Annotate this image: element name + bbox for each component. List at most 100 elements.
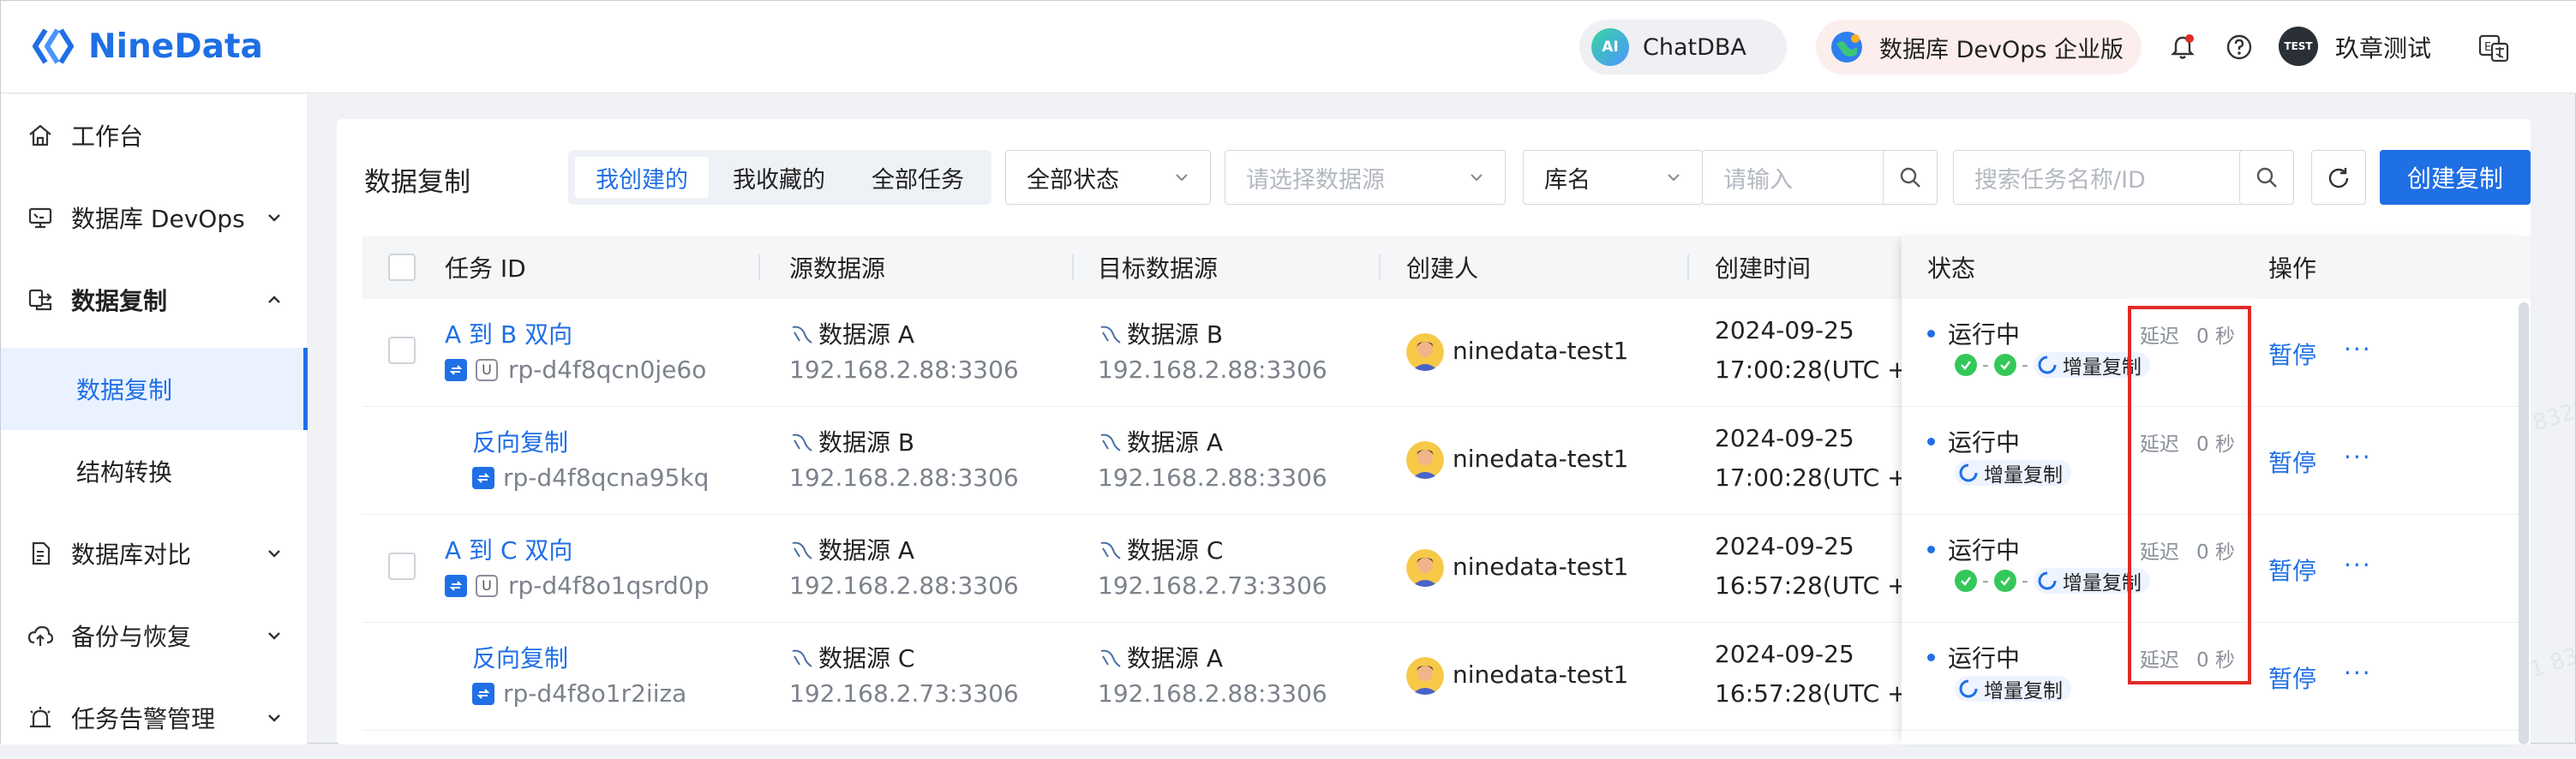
creator-name: ninedata-test1 <box>1453 660 1629 689</box>
sidebar-subitem-replication[interactable]: 数据复制 <box>1 348 308 430</box>
column-header-target: 目标数据源 <box>1098 254 1219 283</box>
task-id-text: rp-d4f8qcn0je6o <box>508 356 707 384</box>
backup-icon <box>27 625 54 646</box>
stage-pipeline: - - 增量复制 <box>1955 352 2150 379</box>
home-icon <box>29 124 51 146</box>
sidebar-item-backup[interactable]: 备份与恢复 <box>1 595 308 677</box>
select-all-checkbox[interactable] <box>388 254 416 281</box>
creator-avatar <box>1406 549 1444 587</box>
status-dot <box>1927 654 1935 661</box>
target-name-text: 数据源 A <box>1127 428 1224 457</box>
devops-edition-button[interactable]: 数据库 DevOps 企业版 <box>1816 20 2142 75</box>
source-address: 192.168.2.73:3306 <box>789 679 1019 708</box>
created-date: 2024-09-25 <box>1715 424 1854 452</box>
row-checkbox[interactable] <box>388 337 416 364</box>
task-search-input[interactable]: 搜索任务名称/ID <box>1953 150 2244 205</box>
target-address: 192.168.2.88:3306 <box>1098 679 1327 708</box>
source-address: 192.168.2.88:3306 <box>789 356 1019 384</box>
check-circle-icon <box>1993 570 2016 592</box>
bell-icon[interactable] <box>2167 32 2198 63</box>
more-actions-button[interactable]: ··· <box>2344 335 2372 363</box>
source-name-text: 数据源 B <box>818 428 915 457</box>
status-filter-select[interactable]: 全部状态 <box>1005 150 1211 205</box>
task-name-link[interactable]: 反向复制 <box>472 640 568 674</box>
more-actions-button[interactable]: ··· <box>2344 659 2372 687</box>
sidebar-item-devops[interactable]: 数据库 DevOps <box>1 176 308 259</box>
task-id-text: rp-d4f8o1r2iiza <box>503 679 687 708</box>
sidebar-item-label: 结构转换 <box>76 458 173 487</box>
sidebar-item-workbench[interactable]: 工作台 <box>1 94 308 176</box>
pause-button[interactable]: 暂停 <box>2268 660 2316 695</box>
tab-created-by-me[interactable]: 我创建的 <box>575 157 709 198</box>
sidebar-item-label: 数据库对比 <box>71 541 192 569</box>
created-date: 2024-09-25 <box>1715 532 1854 560</box>
check-circle-icon <box>1955 354 1977 376</box>
creator-name: ninedata-test1 <box>1453 553 1629 581</box>
chatdba-label: ChatDBA <box>1643 33 1746 61</box>
sidebar-item-label: 任务告警管理 <box>71 705 216 733</box>
sidebar-item-replication[interactable]: 数据复制 <box>1 259 308 341</box>
user-name[interactable]: 玖章测试 <box>2335 30 2431 64</box>
brand-name: NineData <box>88 27 263 66</box>
table-row[interactable]: 反向复制 rp-d4f8o1r2iiza 数据源 C 192.168.2.73:… <box>362 623 1902 731</box>
mysql-icon <box>1100 433 1121 451</box>
task-name-link[interactable]: A 到 C 双向 <box>445 532 572 566</box>
source-name: 数据源 C <box>789 640 914 674</box>
search-icon <box>2256 167 2277 188</box>
pause-button[interactable]: 暂停 <box>2268 445 2316 479</box>
db-name-input[interactable]: 请输入 <box>1702 150 1896 205</box>
vertical-scrollbar[interactable] <box>2519 302 2529 744</box>
column-header-creator: 创建人 <box>1406 254 1479 283</box>
table-row[interactable]: A 到 C 双向 U rp-d4f8o1qsrd0p 数据源 A 192.168… <box>362 515 1902 623</box>
pause-button[interactable]: 暂停 <box>2268 553 2316 587</box>
tab-all-tasks[interactable]: 全部任务 <box>851 157 985 198</box>
row-checkbox[interactable] <box>388 553 416 580</box>
datasource-placeholder: 请选择数据源 <box>1246 166 1385 194</box>
pause-button[interactable]: 暂停 <box>2268 337 2316 371</box>
status-text: 运行中 <box>1948 536 2021 565</box>
table-row[interactable]: 反向复制 rp-d4f8qcna95kq 数据源 B 192.168.2.88:… <box>362 407 1902 515</box>
sidebar-item-alarm[interactable]: 任务告警管理 <box>1 677 308 759</box>
task-name-link[interactable]: 反向复制 <box>472 424 568 458</box>
task-search-button[interactable] <box>2239 150 2294 205</box>
task-name-link[interactable]: A 到 B 双向 <box>445 316 572 350</box>
task-id: rp-d4f8qcna95kq <box>472 463 709 492</box>
created-date: 2024-09-25 <box>1715 640 1854 668</box>
loading-icon <box>2038 571 2057 590</box>
created-time: 17:00:28(UTC +08:00) <box>1715 356 1902 384</box>
more-actions-button[interactable]: ··· <box>2344 551 2372 579</box>
tab-favorites[interactable]: 我收藏的 <box>712 157 846 198</box>
logo[interactable]: NineData <box>32 21 263 71</box>
more-actions-button[interactable]: ··· <box>2344 443 2372 471</box>
table-row[interactable]: A 到 B 双向 U rp-d4f8qcn0je6o 数据源 A 192.168… <box>362 299 1902 407</box>
refresh-icon <box>2328 168 2349 188</box>
task-id-text: rp-d4f8qcna95kq <box>503 463 710 492</box>
help-icon[interactable] <box>2224 32 2255 63</box>
create-replication-button[interactable]: 创建复制 <box>2380 150 2531 205</box>
target-name-text: 数据源 A <box>1127 644 1224 672</box>
stage-badge: 增量复制 <box>1955 676 2071 702</box>
refresh-button[interactable] <box>2311 150 2366 205</box>
globe-icon <box>1828 28 1866 66</box>
task-tabs: 我创建的 我收藏的 全部任务 <box>568 150 991 205</box>
chatdba-button[interactable]: AI ChatDBA <box>1579 20 1787 75</box>
db-search-button[interactable] <box>1883 150 1938 205</box>
column-header-task-id: 任务 ID <box>445 254 526 283</box>
created-date: 2024-09-25 <box>1715 316 1854 344</box>
unidirectional-icon: U <box>476 358 498 381</box>
column-divider <box>1687 254 1689 280</box>
language-switch-icon[interactable]: En <box>2477 32 2510 64</box>
datasource-select[interactable]: 请选择数据源 <box>1225 150 1506 205</box>
sidebar-subitem-schema-convert[interactable]: 结构转换 <box>1 430 308 512</box>
created-time: 16:57:28(UTC +08:00) <box>1715 571 1902 600</box>
db-name-placeholder: 请输入 <box>1723 166 1793 194</box>
db-name-select[interactable]: 库名 <box>1523 150 1703 205</box>
source-name: 数据源 A <box>789 316 914 350</box>
status-filter-value: 全部状态 <box>1027 166 1119 194</box>
search-icon <box>1900 167 1920 188</box>
user-avatar[interactable]: TEST <box>2279 27 2318 66</box>
replication-icon <box>472 466 494 489</box>
chatdba-icon: AI <box>1591 28 1629 66</box>
delay-highlight-box <box>2128 306 2251 684</box>
sidebar-item-compare[interactable]: 数据库对比 <box>1 512 308 595</box>
